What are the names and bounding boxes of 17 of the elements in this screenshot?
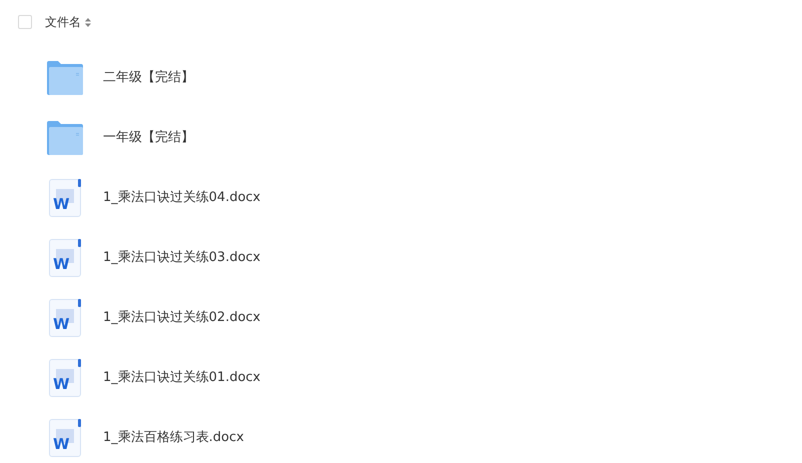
folder-icon [47, 121, 83, 155]
file-name[interactable]: 一年级【完结】 [103, 128, 194, 148]
file-name[interactable]: 1_乘法口诀过关练01.docx [103, 368, 260, 388]
word-document-icon: W [49, 179, 81, 217]
sort-icon[interactable] [85, 18, 91, 26]
column-header[interactable]: 文件名 [45, 13, 81, 31]
file-name[interactable]: 1_乘法口诀过关练02.docx [103, 308, 260, 328]
file-name[interactable]: 1_乘法口诀过关练03.docx [103, 248, 260, 268]
file-name[interactable]: 1_乘法百格练习表.docx [103, 428, 244, 448]
file-name[interactable]: 1_乘法口诀过关练04.docx [103, 188, 260, 208]
word-document-icon: W [49, 299, 81, 337]
word-document-icon: W [49, 359, 81, 397]
file-name[interactable]: 二年级【完结】 [103, 68, 194, 88]
select-all-checkbox[interactable] [18, 15, 32, 29]
word-document-icon: W [49, 419, 81, 457]
word-document-icon: W [49, 239, 81, 277]
folder-icon [47, 61, 83, 95]
